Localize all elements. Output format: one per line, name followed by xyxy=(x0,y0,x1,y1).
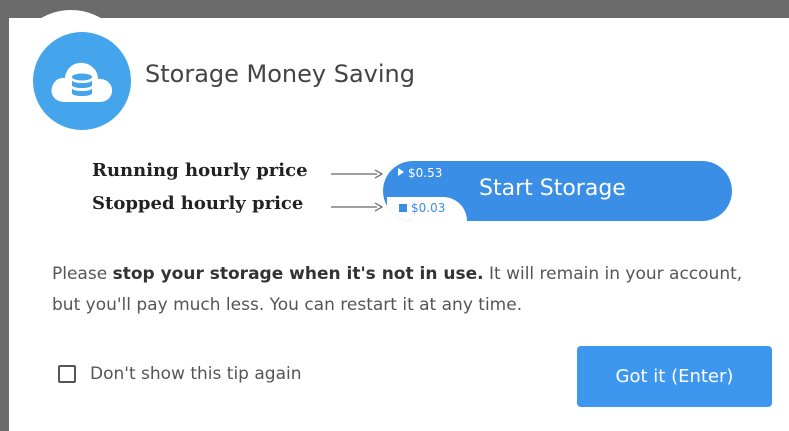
arrow-right-icon xyxy=(331,169,383,179)
start-storage-label: Start Storage xyxy=(479,176,626,201)
tip-message-intro: Please xyxy=(52,264,113,284)
stopped-price-label: Stopped hourly price xyxy=(92,193,304,214)
dont-show-tip-option[interactable]: Don't show this tip again xyxy=(58,364,301,384)
tip-message: Please stop your storage when it's not i… xyxy=(52,259,752,321)
got-it-button[interactable]: Got it (Enter) xyxy=(577,346,772,407)
play-icon xyxy=(398,168,404,176)
dialog-title: Storage Money Saving xyxy=(145,60,415,88)
running-price-indicator: $0.53 xyxy=(398,166,442,180)
stop-icon xyxy=(399,204,407,212)
stopped-price-value: $0.03 xyxy=(411,201,446,215)
dont-show-tip-checkbox[interactable] xyxy=(58,365,76,383)
logo-badge xyxy=(11,10,131,130)
cloud-database-icon xyxy=(33,32,131,130)
stopped-price-pill: $0.03 xyxy=(387,197,467,221)
dont-show-tip-label: Don't show this tip again xyxy=(90,364,302,384)
running-price-value: $0.53 xyxy=(408,166,443,180)
running-price-label: Running hourly price xyxy=(92,160,308,181)
stopped-price-indicator: $0.03 xyxy=(399,201,445,215)
start-storage-button[interactable]: $0.53 $0.03 Start Storage xyxy=(383,161,732,221)
screen: Storage Money Saving Running hourly pric… xyxy=(0,0,789,431)
tip-message-emphasis: stop your storage when it's not in use. xyxy=(112,264,484,284)
arrow-right-icon xyxy=(331,202,383,212)
